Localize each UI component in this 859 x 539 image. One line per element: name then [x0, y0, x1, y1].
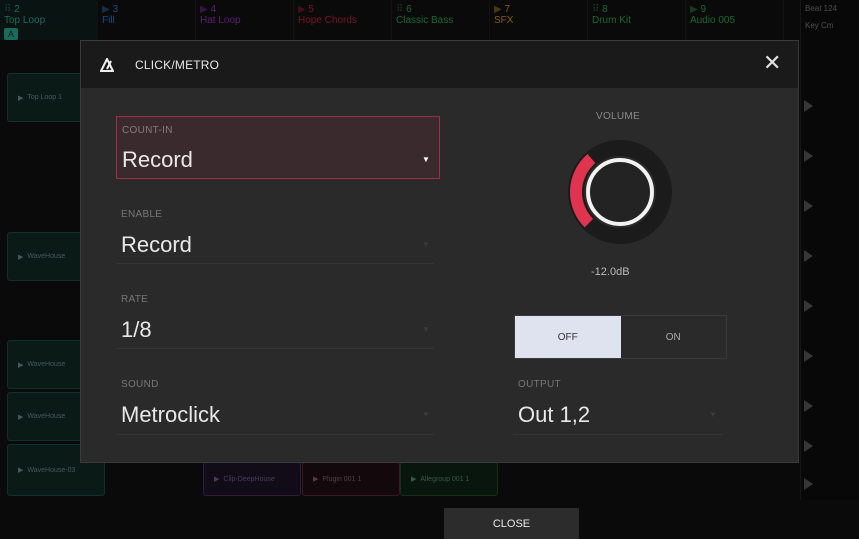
enable-label: ENABLE	[121, 209, 163, 220]
dropdown-arrow-icon: ▼	[422, 325, 430, 334]
count-in-label: COUNT-IN	[122, 125, 173, 136]
dropdown-arrow-icon: ▼	[422, 240, 430, 249]
field-underline	[116, 434, 434, 435]
output-value: Out 1,2	[518, 402, 591, 427]
volume-knob[interactable]	[565, 137, 675, 247]
field-underline	[116, 263, 434, 264]
output-select[interactable]: OUTPUT Out 1,2 ▼	[513, 377, 723, 435]
enable-value: Record	[121, 232, 192, 257]
count-in-select[interactable]: COUNT-IN Record ▼	[116, 116, 440, 179]
dropdown-arrow-icon: ▼	[709, 410, 717, 419]
sound-label: SOUND	[121, 379, 159, 390]
close-icon[interactable]: ✕	[763, 52, 781, 74]
volume-label: VOLUME	[596, 111, 641, 122]
toggle-off-button[interactable]: OFF	[515, 316, 621, 358]
dialog-title: CLICK/METRO	[135, 58, 220, 72]
close-button[interactable]: CLOSE	[444, 508, 579, 539]
volume-value: -12.0dB	[591, 266, 630, 278]
sound-select[interactable]: SOUND Metroclick ▼	[116, 377, 434, 435]
dialog-header: CLICK/METRO ✕	[81, 41, 798, 88]
rate-select[interactable]: RATE 1/8 ▼	[116, 291, 434, 349]
field-underline	[116, 348, 434, 349]
toggle-on-button[interactable]: ON	[621, 316, 727, 358]
enable-select[interactable]: ENABLE Record ▼	[116, 206, 434, 264]
sound-value: Metroclick	[121, 402, 221, 427]
click-toggle: OFF ON	[514, 315, 727, 359]
metronome-icon	[100, 58, 114, 72]
rate-value: 1/8	[121, 317, 152, 342]
field-underline	[513, 434, 723, 435]
count-in-value: Record	[122, 147, 193, 172]
dropdown-arrow-icon: ▼	[422, 410, 430, 419]
click-metro-dialog: CLICK/METRO ✕ COUNT-IN Record ▼ ENABLE R…	[80, 40, 799, 463]
rate-label: RATE	[121, 294, 149, 305]
output-label: OUTPUT	[518, 379, 561, 390]
dropdown-arrow-icon: ▼	[422, 155, 430, 164]
